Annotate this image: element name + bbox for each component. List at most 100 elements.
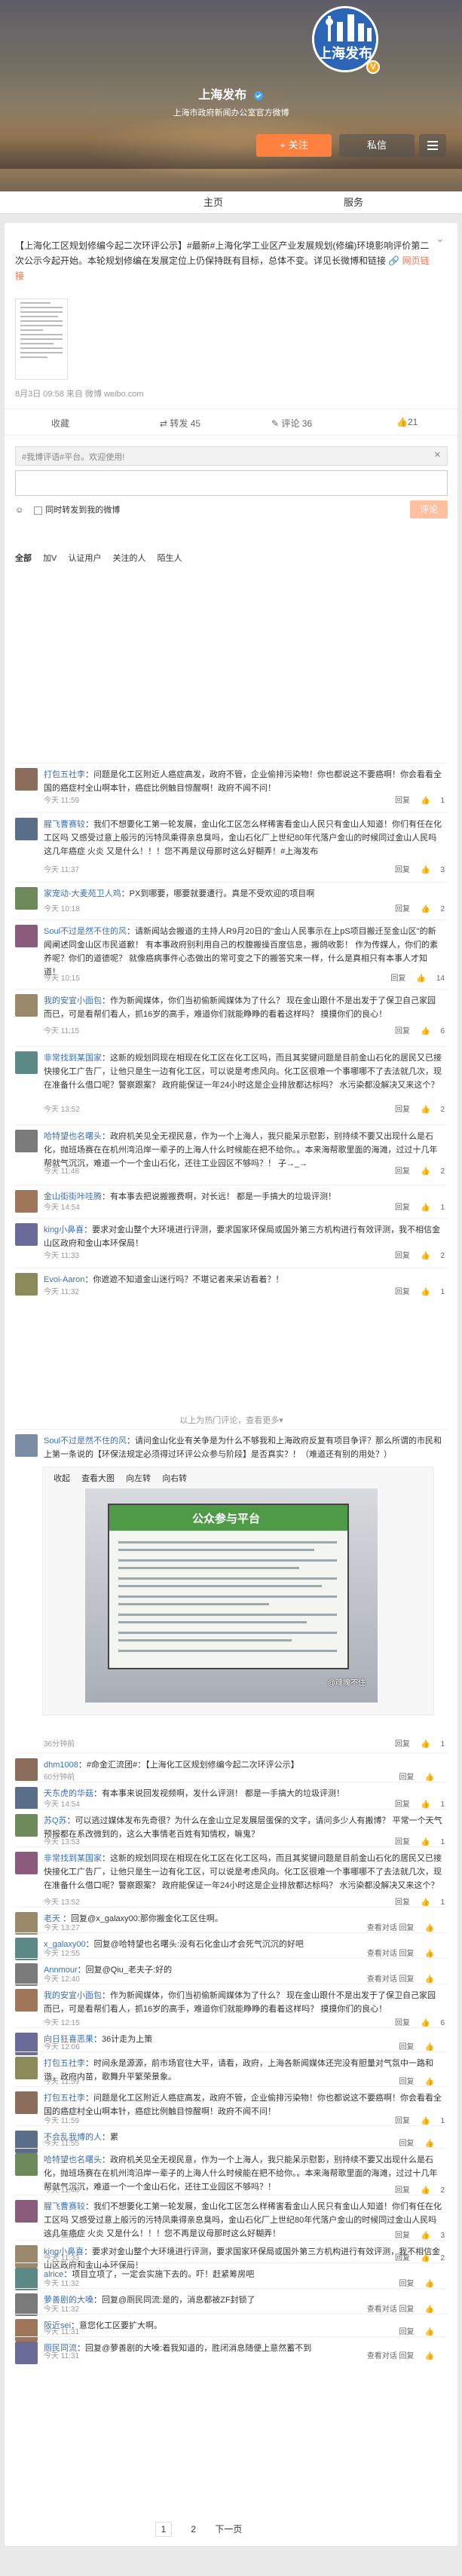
like-button[interactable]: 👍 6 (421, 1027, 445, 1036)
comment-author[interactable]: 我的安宜小面包 (44, 1991, 102, 2000)
avatar[interactable] (15, 1787, 38, 1810)
avatar[interactable] (15, 2342, 38, 2364)
collapse-image-button[interactable]: 收起 (54, 1474, 70, 1483)
reply-button[interactable]: 回复 (395, 2186, 410, 2195)
avatar[interactable] (15, 1963, 38, 1986)
avatar[interactable] (15, 1852, 38, 1874)
reply-button[interactable]: 回复 (395, 1288, 410, 1296)
like-button[interactable]: 👍 3 (421, 866, 445, 874)
like-button[interactable]: 👍 2 (421, 1252, 445, 1260)
reply-button[interactable]: 回复 (395, 905, 410, 913)
page-1[interactable]: 1 (155, 2522, 172, 2537)
comment-author[interactable]: 家宠动-大麦苑卫人鸡 (44, 889, 121, 898)
reply-button[interactable]: 回复 (395, 866, 410, 874)
avatar[interactable] (15, 1051, 38, 1074)
avatar[interactable] (15, 2153, 38, 2176)
like-button[interactable]: 👍 (425, 2078, 445, 2086)
filter-verified[interactable]: 加V (43, 554, 57, 563)
like-button[interactable]: 👍 2 (421, 1167, 445, 1176)
message-button[interactable]: 私信 (339, 134, 415, 157)
comment-author[interactable]: 打包五社李 (44, 2094, 85, 2103)
reply-button[interactable]: 回复 (399, 2043, 415, 2051)
page-2[interactable]: 2 (191, 2524, 196, 2535)
repost-button[interactable]: ⇄ 转发 45 (160, 417, 200, 430)
tab-services[interactable]: 服务 (344, 191, 363, 214)
comment-author[interactable]: 非常找到某国家 (44, 1854, 102, 1863)
comment-button[interactable]: ✎ 评论 36 (271, 417, 312, 430)
filter-certified[interactable]: 认证用户 (68, 554, 101, 563)
avatar[interactable] (15, 1273, 38, 1296)
comment-author[interactable]: Evoi-Aaron (44, 1275, 84, 1284)
reply-button[interactable]: 查看对话 回复 (367, 2352, 415, 2360)
avatar[interactable] (15, 818, 38, 840)
reply-button[interactable]: 查看对话 回复 (367, 1975, 415, 1984)
like-button[interactable]: 👍 1 (421, 1204, 445, 1212)
reply-button[interactable]: 回复 (395, 1800, 410, 1809)
comment-author[interactable]: 我的安宜小面包 (44, 996, 102, 1005)
reply-button[interactable]: 查看对话 回复 (367, 1924, 415, 1932)
repost-option[interactable]: ☺ 同时转发到我的微博 (15, 503, 120, 516)
reply-button[interactable]: 回复 (395, 1252, 410, 1260)
close-icon[interactable]: ✕ (434, 450, 441, 460)
like-button[interactable]: 👍 2 (421, 1106, 445, 1114)
reply-button[interactable]: 回复 (395, 2019, 410, 2027)
avatar[interactable] (15, 1130, 38, 1152)
submit-comment-button[interactable]: 评论 (410, 500, 448, 519)
avatar[interactable] (15, 768, 38, 791)
like-button[interactable]: 👍 1 (421, 2117, 445, 2125)
reply-button[interactable]: 回复 (399, 2140, 415, 2148)
reply-button[interactable]: 回复 (395, 2254, 410, 2262)
like-button[interactable]: 👍 (425, 1924, 445, 1932)
reply-button[interactable]: 回复 (395, 1898, 410, 1907)
avatar[interactable] (15, 1814, 38, 1837)
comment-author[interactable]: Soul不过是然不住的风 (44, 1436, 127, 1446)
avatar[interactable] (15, 2057, 38, 2079)
like-button[interactable]: 👍 1 (421, 1838, 445, 1846)
avatar[interactable] (15, 1758, 38, 1781)
avatar[interactable] (15, 994, 38, 1017)
reply-button[interactable]: 回复 (395, 1838, 410, 1846)
comment-author[interactable]: 打包五社李 (44, 770, 85, 779)
avatar[interactable] (15, 2091, 38, 2114)
comment-author[interactable]: 腥飞曹赛较 (44, 820, 85, 829)
reply-button[interactable]: 回复 (399, 2328, 415, 2336)
avatar[interactable] (15, 1223, 38, 1246)
avatar[interactable] (15, 1938, 38, 1960)
like-button[interactable]: 👍 2 (421, 905, 445, 913)
avatar[interactable] (15, 925, 38, 947)
filter-strangers[interactable]: 陌生人 (158, 554, 182, 563)
filter-following[interactable]: 关注的人 (113, 554, 146, 563)
filter-all[interactable]: 全部 (15, 554, 32, 563)
avatar[interactable] (15, 1190, 38, 1213)
like-button[interactable]: 👍 (425, 2352, 445, 2360)
reply-button[interactable]: 回复 (395, 1204, 410, 1212)
like-button[interactable]: 👍 (425, 1950, 445, 1958)
reply-button[interactable]: 查看对话 回复 (367, 2305, 415, 2314)
like-button[interactable]: 👍 14 (416, 974, 445, 983)
like-button[interactable]: 👍 2 (421, 2254, 445, 2262)
comment-input[interactable] (15, 470, 448, 496)
reply-button[interactable]: 查看对话 回复 (367, 1950, 415, 1958)
like-button[interactable]: 👍 3 (421, 2232, 445, 2240)
reply-button[interactable]: 回复 (395, 1740, 410, 1748)
like-button[interactable]: 👍 1 (421, 1800, 445, 1809)
comment-author[interactable]: 腥飞曹赛较 (44, 2202, 85, 2211)
comment-author[interactable]: 哈特望也名曙头 (44, 1132, 102, 1141)
comment-author[interactable]: 非常找到某国家 (44, 1054, 102, 1063)
like-button[interactable]: 👍 (425, 2328, 445, 2336)
comment-author[interactable]: 苏Q苏 (44, 1816, 67, 1825)
like-button[interactable]: 👍 1 (421, 1288, 445, 1296)
more-menu-icon[interactable] (419, 134, 446, 157)
like-button[interactable]: 👍 (425, 2305, 445, 2314)
hot-comments-divider[interactable]: 以上为热门评论，查看更多▾ (15, 1414, 448, 1426)
reply-button[interactable]: 回复 (395, 1027, 410, 1036)
avatar[interactable] (15, 2293, 38, 2316)
emoji-icon[interactable]: ☺ (15, 506, 23, 515)
reply-button[interactable]: 回复 (395, 797, 410, 805)
like-button[interactable]: 👍 1 (421, 1898, 445, 1907)
reply-button[interactable]: 回复 (395, 2232, 410, 2240)
like-button[interactable]: 👍 (425, 1975, 445, 1984)
avatar[interactable] (15, 887, 38, 910)
reply-button[interactable]: 回复 (395, 1106, 410, 1114)
like-button[interactable]: 👍 (425, 2280, 445, 2288)
